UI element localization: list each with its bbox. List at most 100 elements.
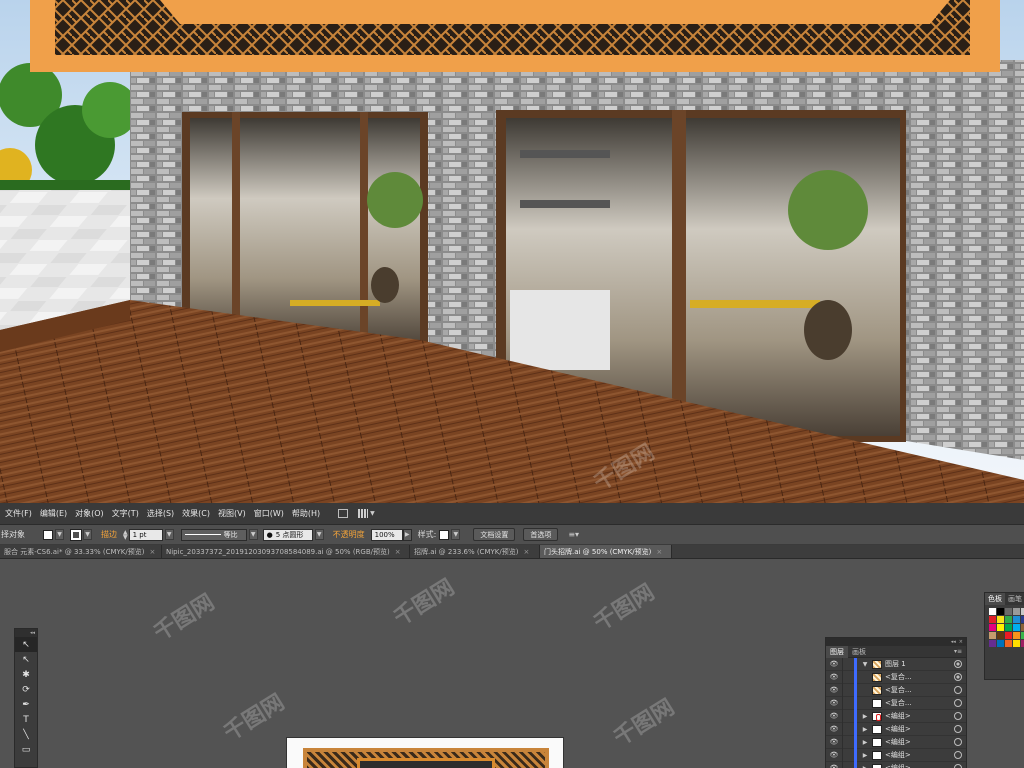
lock-toggle[interactable] [842,670,854,684]
expand-toggle-icon[interactable]: ▶ [861,739,869,746]
color-swatch[interactable] [1013,616,1020,623]
line-tool-icon[interactable]: ╲ [15,727,37,742]
visibility-eye-icon[interactable]: 👁 [826,738,842,746]
document-setup-button[interactable]: 文档设置 [473,528,516,541]
layer-row[interactable]: 👁 ▶ <编组> [826,735,966,749]
menu-type[interactable]: 文字(T) [108,508,143,519]
menu-select[interactable]: 选择(S) [143,508,178,519]
visibility-eye-icon[interactable]: 👁 [826,751,842,759]
pen-tool-icon[interactable]: ✒ [15,697,37,712]
type-tool-icon[interactable]: T [15,712,37,727]
visibility-eye-icon[interactable]: 👁 [826,699,842,707]
style-dropdown[interactable]: ▼ [451,529,461,540]
close-icon[interactable]: × [656,548,662,556]
visibility-eye-icon[interactable]: 👁 [826,725,842,733]
layer-row[interactable]: 👁 <复合... [826,683,966,697]
opacity-dropdown[interactable]: ▶ [402,528,412,541]
visibility-eye-icon[interactable]: 👁 [826,686,842,694]
menu-file[interactable]: 文件(F) [0,508,36,519]
variable-width-profile[interactable]: 等比 [180,528,247,541]
lock-toggle[interactable] [842,748,854,762]
menu-window[interactable]: 窗口(W) [250,508,288,519]
target-circle-icon[interactable] [954,764,962,768]
color-swatch[interactable] [997,608,1004,615]
document-tab-2[interactable]: Nipic_20337372_20191203093708584089.ai @… [162,545,410,558]
color-swatch[interactable] [1013,632,1020,639]
bridge-icon[interactable] [338,509,349,518]
close-icon[interactable]: × [523,548,529,556]
stroke-weight-stepper[interactable]: ▲ ▼ [123,529,128,540]
color-swatch[interactable] [1005,640,1012,647]
target-circle-icon[interactable] [954,686,962,694]
layer-row[interactable]: 👁 <复合... [826,696,966,710]
style-swatch[interactable] [439,529,450,540]
target-circle-icon[interactable] [954,751,962,759]
expand-toggle-icon[interactable]: ▶ [861,765,869,768]
artboard-sign-frame[interactable] [303,748,549,768]
lock-toggle[interactable] [842,683,854,697]
target-circle-icon[interactable] [954,738,962,746]
color-swatch[interactable] [989,624,996,631]
brush-definition-field[interactable]: ● 5 点圆形 [262,528,313,541]
lasso-tool-icon[interactable]: ⟳ [15,682,37,697]
expand-toggle-icon[interactable]: ▶ [861,752,869,759]
menu-edit[interactable]: 编辑(E) [36,508,71,519]
lock-toggle[interactable] [842,696,854,710]
direct-selection-tool-icon[interactable]: ↖ [15,652,37,667]
lock-toggle[interactable] [842,735,854,749]
stroke-swatch[interactable] [70,528,82,541]
opacity-field[interactable]: 100% [370,528,403,541]
visibility-eye-icon[interactable]: 👁 [826,764,842,768]
fill-dropdown[interactable]: ▼ [55,529,64,540]
layer-row[interactable]: 👁 ▶ <编组> [826,761,966,768]
expand-toggle-icon[interactable]: ▶ [861,726,869,733]
expand-toggle-icon[interactable]: ▼ [861,661,869,668]
color-swatch[interactable] [989,640,996,647]
selection-tool-icon[interactable]: ↖ [15,637,37,652]
panel-menu-icon[interactable]: ▾≡ [950,648,966,655]
color-swatch[interactable] [1005,616,1012,623]
lock-toggle[interactable] [842,709,854,723]
color-swatch[interactable] [989,608,996,615]
menu-help[interactable]: 帮助(H) [288,508,324,519]
layer-row[interactable]: 👁 ▶ <编组> [826,748,966,762]
color-swatch[interactable] [1005,624,1012,631]
color-swatch[interactable] [997,624,1004,631]
opacity-label[interactable]: 不透明度 [333,529,365,540]
profile-dropdown[interactable]: ▼ [248,529,258,540]
layer-row[interactable]: 👁 ▶ <编组> [826,709,966,723]
lock-toggle[interactable] [842,657,854,671]
menu-effect[interactable]: 效果(C) [178,508,214,519]
visibility-eye-icon[interactable]: 👁 [826,712,842,720]
color-swatch[interactable] [989,616,996,623]
color-swatch[interactable] [1013,640,1020,647]
menu-view[interactable]: 视图(V) [214,508,250,519]
artboard[interactable] [286,737,564,768]
tools-panel-header[interactable]: ◂◂ [15,629,37,637]
tab-layers[interactable]: 图层 [826,645,848,658]
layer-row-top[interactable]: 👁 ▼ 图层 1 [826,657,966,671]
lock-toggle[interactable] [842,761,854,768]
expand-toggle-icon[interactable]: ▶ [861,713,869,720]
target-circle-icon[interactable] [954,673,962,681]
layer-row[interactable]: 👁 ▶ <编组> [826,722,966,736]
color-swatch[interactable] [997,616,1004,623]
target-circle-icon[interactable] [954,660,962,668]
layer-row[interactable]: 👁 <复合... [826,670,966,684]
close-icon[interactable]: × [149,548,155,556]
document-tab-4-active[interactable]: 门头招牌.ai @ 50% (CMYK/预览) × [540,545,672,558]
color-swatch[interactable] [1005,632,1012,639]
color-swatch[interactable] [997,632,1004,639]
close-icon[interactable]: × [395,548,401,556]
color-swatch[interactable] [1013,624,1020,631]
target-circle-icon[interactable] [954,712,962,720]
stroke-dropdown[interactable]: ▼ [83,529,92,540]
tab-artboards[interactable]: 画板 [848,647,870,657]
visibility-eye-icon[interactable]: 👁 [826,673,842,681]
visibility-eye-icon[interactable]: 👁 [826,660,842,668]
document-tab-3[interactable]: 招牌.ai @ 233.6% (CMYK/预览) × [410,545,540,558]
close-icon[interactable]: × [959,639,963,645]
stroke-weight-field[interactable]: 1 pt [128,528,163,541]
color-swatch[interactable] [1005,608,1012,615]
lock-toggle[interactable] [842,722,854,736]
